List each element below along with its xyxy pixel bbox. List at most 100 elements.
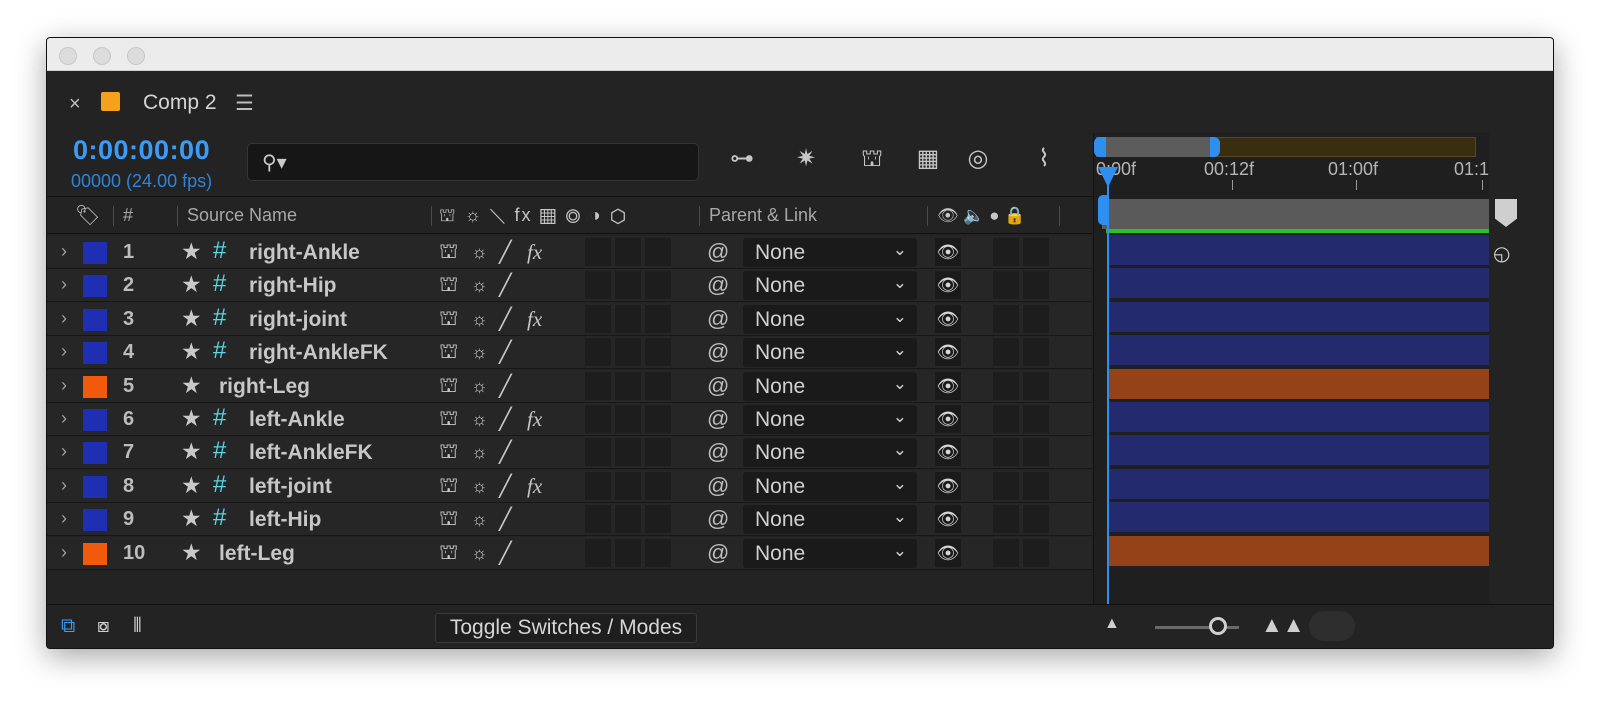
motion-blur-switch[interactable] — [615, 538, 641, 567]
comp-button-icon[interactable]: ◵ — [1493, 241, 1510, 266]
search-icon[interactable]: ⚲▾ — [262, 150, 287, 175]
shy-switch-icon[interactable]: ⛫ — [439, 374, 458, 400]
shy-switch-icon[interactable]: ⛫ — [439, 240, 458, 266]
quality-switch-icon[interactable]: ╱ — [499, 273, 512, 298]
solo-switch[interactable] — [993, 405, 1019, 433]
expand-chevron-icon[interactable]: › — [61, 241, 67, 262]
layer-name[interactable]: left-Hip — [249, 508, 321, 532]
parent-pickwhip-icon[interactable]: @ — [707, 540, 729, 566]
layer-row[interactable]: › 10 ★ left-Leg ⛫ ☼ ╱ @ None ⌄ 👁 — [47, 536, 1092, 570]
eye-icon[interactable]: 👁 — [935, 505, 961, 534]
layer-duration-bar[interactable] — [1108, 301, 1490, 332]
label-color-swatch[interactable] — [83, 275, 107, 298]
collapse-switch-icon[interactable]: ☼ — [471, 309, 488, 330]
adjustment-layer-switch[interactable] — [645, 505, 671, 534]
layer-name[interactable]: right-Hip — [249, 274, 336, 298]
label-color-swatch[interactable] — [83, 509, 107, 532]
layer-row[interactable]: › 5 ★ right-Leg ⛫ ☼ ╱ @ None ⌄ 👁 — [47, 369, 1092, 403]
adjustment-layer-switch[interactable] — [645, 338, 671, 367]
eye-icon[interactable]: 👁 — [935, 271, 961, 300]
quality-switch-icon[interactable]: ╱ — [499, 340, 512, 365]
effect-switch-icon[interactable]: fx — [527, 240, 542, 265]
parent-pickwhip-icon[interactable]: @ — [707, 239, 729, 265]
comp-tab-title[interactable]: Comp 2 — [143, 91, 217, 115]
lock-switch[interactable] — [1023, 338, 1049, 367]
layer-duration-bar[interactable] — [1108, 435, 1490, 466]
lock-switch[interactable] — [1023, 371, 1049, 400]
eye-icon[interactable]: 👁 — [935, 438, 961, 467]
solo-switch[interactable] — [993, 238, 1019, 266]
expand-chevron-icon[interactable]: › — [61, 375, 67, 396]
frame-blending-icon[interactable]: ▦ — [909, 141, 947, 177]
lock-switch[interactable] — [1023, 538, 1049, 567]
effect-switch-icon[interactable]: fx — [527, 407, 542, 432]
layer-duration-bar[interactable] — [1108, 268, 1490, 299]
expand-chevron-icon[interactable]: › — [61, 441, 67, 462]
layer-name[interactable]: left-joint — [249, 475, 332, 499]
effect-switch-icon[interactable]: fx — [527, 307, 542, 332]
parent-select[interactable]: None ⌄ — [743, 238, 917, 267]
adjustment-layer-switch[interactable] — [645, 538, 671, 567]
current-time-indicator-head[interactable] — [1098, 167, 1118, 187]
frame-blend-switch[interactable] — [585, 371, 611, 400]
parent-pickwhip-icon[interactable]: @ — [707, 506, 729, 532]
work-area-bar[interactable] — [1102, 199, 1490, 229]
parent-select[interactable]: None ⌄ — [743, 505, 917, 535]
layer-duration-bar[interactable] — [1108, 368, 1490, 399]
layer-row[interactable]: › 1 ★ # right-Ankle ⛫ ☼ ╱ fx @ None ⌄ 👁 — [47, 236, 1092, 269]
layer-row[interactable]: › 4 ★ # right-AnkleFK ⛫ ☼ ╱ @ None ⌄ 👁 — [47, 336, 1092, 370]
current-time-display[interactable]: 0:00:00:00 — [73, 135, 210, 166]
label-color-swatch[interactable] — [83, 442, 107, 465]
close-window-button[interactable] — [59, 47, 77, 65]
layer-name[interactable]: right-Ankle — [249, 241, 360, 265]
current-time-indicator[interactable] — [1107, 169, 1109, 604]
shy-switch-icon[interactable]: ⛫ — [439, 273, 458, 299]
adjustment-layer-switch[interactable] — [645, 304, 671, 333]
quality-switch-icon[interactable]: ╱ — [499, 541, 512, 566]
search-input[interactable]: ⚲▾ — [247, 143, 699, 181]
parent-pickwhip-icon[interactable]: @ — [707, 339, 729, 365]
label-color-swatch[interactable] — [83, 475, 107, 498]
eye-icon[interactable]: 👁 — [935, 471, 961, 500]
time-navigator-start-handle[interactable] — [1094, 137, 1106, 157]
label-color-swatch[interactable] — [83, 242, 107, 264]
label-color-swatch[interactable] — [83, 342, 107, 365]
frame-blend-switch[interactable] — [585, 471, 611, 500]
minimize-window-button[interactable] — [93, 47, 111, 65]
label-color-swatch[interactable] — [83, 308, 107, 331]
lock-switch[interactable] — [1023, 304, 1049, 333]
toggle-switches-modes-button[interactable]: Toggle Switches / Modes — [435, 613, 697, 643]
layer-row[interactable]: › 8 ★ # left-joint ⛫ ☼ ╱ fx @ None ⌄ 👁 — [47, 469, 1092, 503]
layer-duration-bar[interactable] — [1108, 335, 1490, 366]
eye-icon[interactable]: 👁 — [935, 304, 961, 333]
collapse-switch-icon[interactable]: ☼ — [471, 509, 488, 530]
solo-switch[interactable] — [993, 304, 1019, 333]
expand-chevron-icon[interactable]: › — [61, 408, 67, 429]
composition-flowchart-icon[interactable]: ⊶ — [723, 141, 761, 177]
layer-name[interactable]: left-Leg — [219, 542, 295, 566]
solo-switch[interactable] — [993, 271, 1019, 300]
lock-switch[interactable] — [1023, 438, 1049, 467]
eye-icon[interactable]: 👁 — [935, 371, 961, 400]
shy-switch-icon[interactable]: ⛫ — [439, 340, 458, 366]
parent-select[interactable]: None ⌄ — [743, 471, 917, 501]
layer-row[interactable]: › 3 ★ # right-joint ⛫ ☼ ╱ fx @ None ⌄ 👁 — [47, 302, 1092, 336]
time-graph[interactable]: 0:00f 00:12f 01:00f 01:1 — [1093, 133, 1490, 604]
collapse-switch-icon[interactable]: ☼ — [471, 409, 488, 430]
collapse-switch-icon[interactable]: ☼ — [471, 242, 488, 263]
expand-chevron-icon[interactable]: › — [61, 274, 67, 295]
lock-switch[interactable] — [1023, 238, 1049, 266]
frame-blend-switch[interactable] — [585, 438, 611, 467]
parent-pickwhip-icon[interactable]: @ — [707, 473, 729, 499]
comp-marker-bin-icon[interactable] — [1495, 199, 1517, 227]
render-time-toggle[interactable] — [1309, 611, 1355, 641]
quality-switch-icon[interactable]: ╱ — [499, 307, 512, 332]
expand-chevron-icon[interactable]: › — [61, 341, 67, 362]
parent-select[interactable]: None ⌄ — [743, 271, 917, 301]
layer-name[interactable]: left-Ankle — [249, 408, 345, 432]
quality-switch-icon[interactable]: ╱ — [499, 474, 512, 499]
parent-select[interactable]: None ⌄ — [743, 371, 917, 401]
shy-layers-icon[interactable]: ⛫ — [853, 141, 891, 177]
effect-switch-icon[interactable]: fx — [527, 474, 542, 499]
motion-blur-switch[interactable] — [615, 371, 641, 400]
